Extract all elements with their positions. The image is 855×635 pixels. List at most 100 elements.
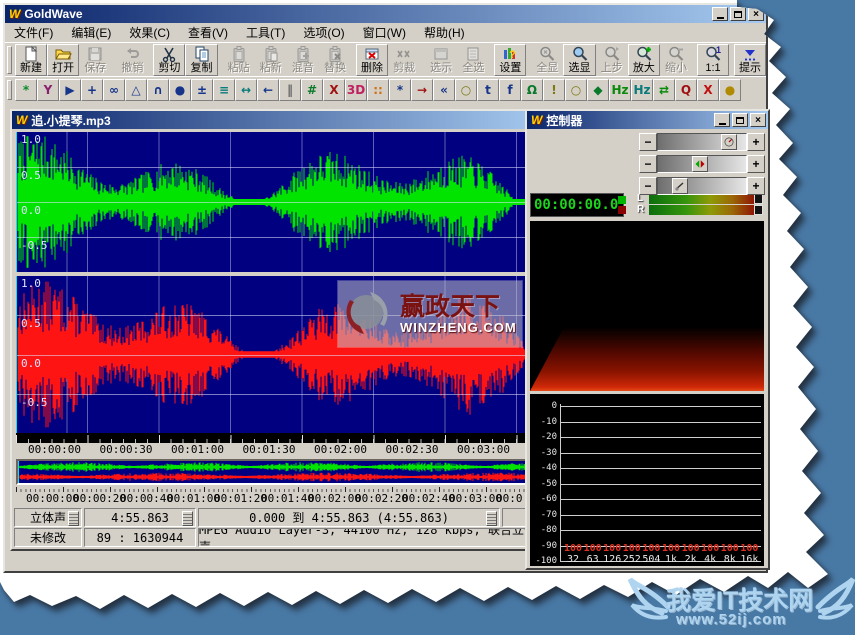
desktop-background: W GoldWave × 文件(F)编辑(E)效果(C)查看(V)工具(T)选项…: [0, 0, 855, 635]
hz-resample-effect-button[interactable]: Hz: [631, 79, 653, 101]
matrix-x-effect-button[interactable]: X: [323, 79, 345, 101]
silence-effect-button[interactable]: ‖: [279, 79, 301, 101]
invert-effect-button[interactable]: ∩: [147, 79, 169, 101]
volume-slider-track[interactable]: [657, 177, 747, 195]
controller-window: W 控制器 × 00:00:00.0: [525, 109, 770, 570]
delete-x-button[interactable]: 删除: [356, 44, 388, 76]
spectrum-peak-label: 100: [739, 543, 759, 554]
menu-item-7[interactable]: 帮助(H): [415, 22, 474, 43]
save-floppy-icon: [86, 45, 104, 62]
balance-effect-button[interactable]: ◆: [587, 79, 609, 101]
doppler-effect-button[interactable]: △: [125, 79, 147, 101]
controller-close-button[interactable]: ×: [750, 113, 766, 127]
zoom-alert-effect-button[interactable]: Q: [675, 79, 697, 101]
volume-slider-thumb[interactable]: [672, 178, 688, 194]
swap-channels-effect-button[interactable]: ⇄: [653, 79, 675, 101]
timer-effect-button[interactable]: ●: [719, 79, 741, 101]
controller-title-bar[interactable]: W 控制器 ×: [527, 111, 768, 129]
zoom-selection-magnifier-button[interactable]: 选显: [563, 44, 595, 76]
pan-effect-button[interactable]: ↔: [235, 79, 257, 101]
toolbar-grip-handle[interactable]: [7, 46, 12, 74]
speed-slider-track[interactable]: [657, 155, 747, 173]
balance-icon: ◆: [593, 83, 602, 97]
menu-item-3[interactable]: 查看(V): [179, 22, 237, 43]
minimize-button[interactable]: [712, 7, 728, 21]
menu-item-5[interactable]: 选项(O): [294, 22, 353, 43]
paste-new-clipboard-button: 粘新: [255, 44, 287, 76]
time-display[interactable]: 00:00:00.0: [530, 193, 624, 217]
spectrum-peak-label: 100: [602, 543, 622, 554]
mute-icon: X: [703, 83, 712, 97]
mechanize-effect-button[interactable]: ●: [169, 79, 191, 101]
toolbar-button-label: 放大: [633, 62, 655, 74]
status-spin-button[interactable]: [68, 511, 79, 526]
equalizer-effect-button[interactable]: ≡: [213, 79, 235, 101]
flange-effect-button[interactable]: →: [411, 79, 433, 101]
envelope-effect-button[interactable]: ∞: [103, 79, 125, 101]
play-end-effect-button[interactable]: ▶: [59, 79, 81, 101]
offset-effect-button[interactable]: ±: [191, 79, 213, 101]
copy-pages-button[interactable]: 复制: [185, 44, 217, 76]
palette-effect-button[interactable]: ::: [367, 79, 389, 101]
document-title-bar[interactable]: W 追.小提琴.mp3: [12, 111, 545, 129]
alert-knob-effect-button[interactable]: !: [543, 79, 565, 101]
balance-slider-thumb[interactable]: [721, 134, 737, 150]
overview-ruler-label: 00:01:00: [167, 492, 220, 505]
spectrum-gridline: [560, 422, 761, 423]
menu-item-6[interactable]: 窗口(W): [354, 22, 415, 43]
menu-item-2[interactable]: 效果(C): [120, 22, 179, 43]
visual-display[interactable]: [530, 221, 764, 391]
dots-knob-effect-button[interactable]: ○: [565, 79, 587, 101]
balance-slider-increase-button[interactable]: +: [747, 133, 765, 151]
hz-play-effect-button[interactable]: Hz: [609, 79, 631, 101]
speed-slider-increase-button[interactable]: +: [747, 155, 765, 173]
left-channel-waveform[interactable]: 1.00.50.0-0.5: [16, 132, 537, 272]
status-spin-button[interactable]: [182, 511, 193, 526]
open-folder-button[interactable]: 打开: [47, 44, 79, 76]
controller-maximize-button[interactable]: [732, 113, 748, 127]
zoom-in-magnifier-button[interactable]: 放大: [628, 44, 660, 76]
volume-slider-decrease-button[interactable]: −: [639, 177, 657, 195]
balance-slider-decrease-button[interactable]: −: [639, 133, 657, 151]
spectrum-gridline: [560, 468, 761, 469]
close-button[interactable]: ×: [748, 7, 764, 21]
menu-item-4[interactable]: 工具(T): [237, 22, 294, 43]
effects-toolbar-grip-handle[interactable]: [7, 80, 12, 100]
meter-right-clip: [754, 205, 763, 215]
overview-panel[interactable]: [16, 459, 537, 485]
menu-item-0[interactable]: 文件(F): [5, 22, 62, 43]
volume-slider-increase-button[interactable]: +: [747, 177, 765, 195]
hint-dropdown-button[interactable]: 提示: [734, 44, 766, 76]
menu-item-1[interactable]: 编辑(E): [62, 22, 120, 43]
matrix-effect-button[interactable]: #: [301, 79, 323, 101]
interpolate-effect-button[interactable]: *: [15, 79, 37, 101]
speed-slider-decrease-button[interactable]: −: [639, 155, 657, 173]
overview-ruler-label: 00:02:00: [308, 492, 361, 505]
compress-effect-button[interactable]: «: [433, 79, 455, 101]
zoom-selection-magnifier-icon: [571, 45, 589, 62]
main-title-bar[interactable]: W GoldWave ×: [5, 5, 766, 23]
spark-effect-button[interactable]: *: [389, 79, 411, 101]
maximize-button[interactable]: [730, 7, 746, 21]
zoom-1-1-magnifier-button[interactable]: 11:1: [697, 44, 729, 76]
time-ruler-label: 00:02:30: [386, 443, 439, 456]
rings-effect-button[interactable]: Ω: [521, 79, 543, 101]
freq-knob-effect-button[interactable]: f: [499, 79, 521, 101]
time-knob-effect-button[interactable]: t: [477, 79, 499, 101]
spectrum-db-label: -70: [530, 510, 557, 520]
cut-scissors-button[interactable]: 剪切: [153, 44, 185, 76]
effect-3d-effect-button[interactable]: 3D: [345, 79, 367, 101]
shift-left-effect-button[interactable]: ←: [257, 79, 279, 101]
knob-effect-button[interactable]: ○: [455, 79, 477, 101]
balance-slider-track[interactable]: [657, 133, 747, 151]
controller-minimize-button[interactable]: [714, 113, 730, 127]
speed-slider-thumb[interactable]: [692, 156, 708, 172]
settings-question-button[interactable]: ?设置: [494, 44, 526, 76]
adjust-effect-button[interactable]: +: [81, 79, 103, 101]
status-spin-button[interactable]: [486, 511, 497, 526]
overview-ruler-label: 00:00:00: [26, 492, 79, 505]
evaluator-effect-button[interactable]: Y: [37, 79, 59, 101]
mute-effect-button[interactable]: X: [697, 79, 719, 101]
new-file-button[interactable]: 新建: [15, 44, 47, 76]
spectrum-analyzer[interactable]: 0-10-20-30-40-50-60-70-80-90-10010010010…: [530, 394, 764, 566]
